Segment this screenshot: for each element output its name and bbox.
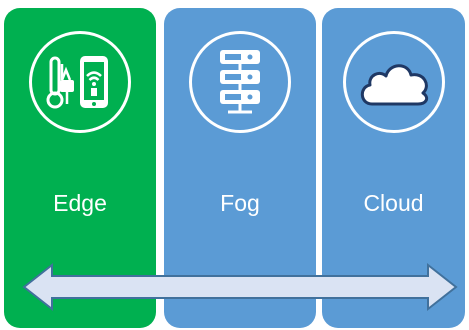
double-headed-arrow-icon: [22, 262, 458, 312]
edge-fog-cloud-diagram: Edge Fog Cloud: [0, 0, 469, 330]
